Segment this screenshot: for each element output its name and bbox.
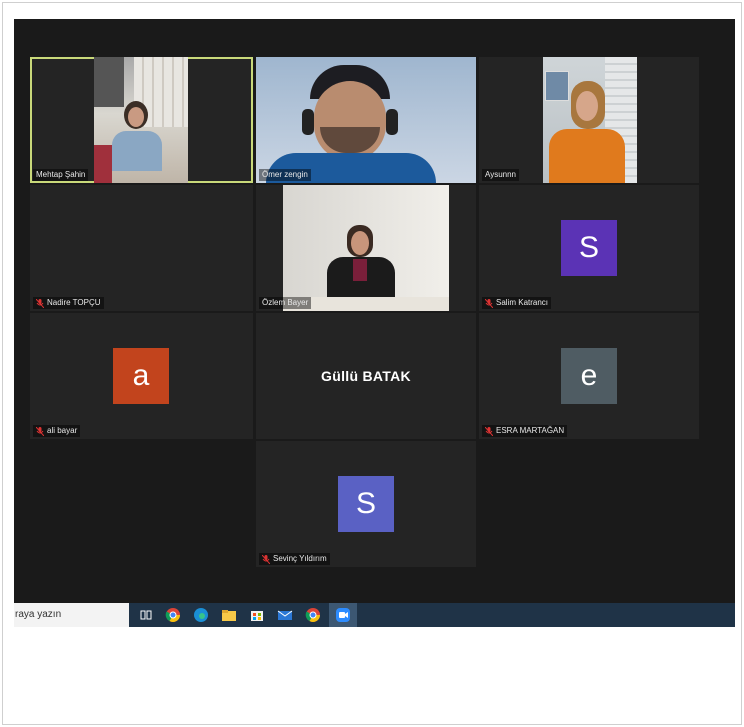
- zoom-gallery-view: Mehtap Şahin Ömer zengin Aysunnn Nadire …: [14, 19, 735, 603]
- participant-name: Ömer zengin: [262, 170, 308, 179]
- participant-name: Salim Katrancı: [496, 298, 549, 307]
- participant-name-tag: ali bayar: [33, 425, 81, 437]
- screenshot-frame: Mehtap Şahin Ömer zengin Aysunnn Nadire …: [2, 2, 742, 725]
- participant-video: [94, 57, 188, 183]
- participant-tile-sevinc[interactable]: S Sevinç Yıldırım: [256, 441, 476, 567]
- zoom-icon[interactable]: [335, 607, 351, 623]
- participant-name: Özlem Bayer: [262, 298, 309, 307]
- participant-name-tag: Ömer zengin: [259, 169, 311, 181]
- muted-mic-icon: [485, 298, 493, 308]
- muted-mic-icon: [485, 426, 493, 436]
- participant-avatar: e: [561, 348, 617, 404]
- participant-avatar: a: [113, 348, 169, 404]
- participant-name-tag: Salim Katrancı: [482, 297, 552, 309]
- participant-name-tag: ESRA MARTAĞAN: [482, 425, 568, 437]
- participant-name-tag: Aysunnn: [482, 169, 519, 181]
- file-explorer-icon[interactable]: [221, 607, 237, 623]
- muted-mic-icon: [262, 554, 270, 564]
- participant-avatar: S: [561, 220, 617, 276]
- participant-tile-ozlem[interactable]: Özlem Bayer: [256, 185, 476, 311]
- participant-tile-mehtap[interactable]: Mehtap Şahin: [30, 57, 253, 183]
- participant-tile-salim[interactable]: S Salim Katrancı: [479, 185, 699, 311]
- participant-avatar: S: [338, 476, 394, 532]
- store-icon[interactable]: [249, 607, 265, 623]
- participant-tile-omer[interactable]: Ömer zengin: [256, 57, 476, 183]
- chrome-icon[interactable]: [305, 607, 321, 623]
- muted-mic-icon: [36, 298, 44, 308]
- participant-video: [543, 57, 637, 183]
- participant-tile-nadire[interactable]: Nadire TOPÇU: [30, 185, 253, 311]
- taskbar-search-text: raya yazın: [15, 609, 62, 620]
- participant-tile-gullu[interactable]: Güllü BATAK: [256, 313, 476, 439]
- participant-name-tag: Sevinç Yıldırım: [259, 553, 330, 565]
- participant-name: Aysunnn: [485, 170, 516, 179]
- participant-display-name: Güllü BATAK: [321, 368, 411, 384]
- participant-name: ali bayar: [47, 426, 78, 435]
- mail-icon[interactable]: [277, 607, 293, 623]
- participant-name: ESRA MARTAĞAN: [496, 426, 565, 435]
- participant-name: Nadire TOPÇU: [47, 298, 101, 307]
- muted-mic-icon: [36, 426, 44, 436]
- participant-name-tag: Nadire TOPÇU: [33, 297, 104, 309]
- participant-video: [256, 57, 476, 183]
- participant-video: [283, 185, 449, 311]
- taskbar-search-box[interactable]: raya yazın: [14, 603, 129, 627]
- edge-icon[interactable]: [193, 607, 209, 623]
- participant-tile-ali[interactable]: a ali bayar: [30, 313, 253, 439]
- participant-name: Sevinç Yıldırım: [273, 554, 327, 563]
- windows-taskbar: raya yazın: [14, 603, 735, 627]
- participant-name-tag: Özlem Bayer: [259, 297, 312, 309]
- participant-tile-esra[interactable]: e ESRA MARTAĞAN: [479, 313, 699, 439]
- participant-tile-aysun[interactable]: Aysunnn: [479, 57, 699, 183]
- chrome-icon[interactable]: [165, 607, 181, 623]
- participant-name: Mehtap Şahin: [36, 170, 86, 179]
- participant-name-tag: Mehtap Şahin: [33, 169, 89, 181]
- task-view-icon[interactable]: [138, 607, 154, 623]
